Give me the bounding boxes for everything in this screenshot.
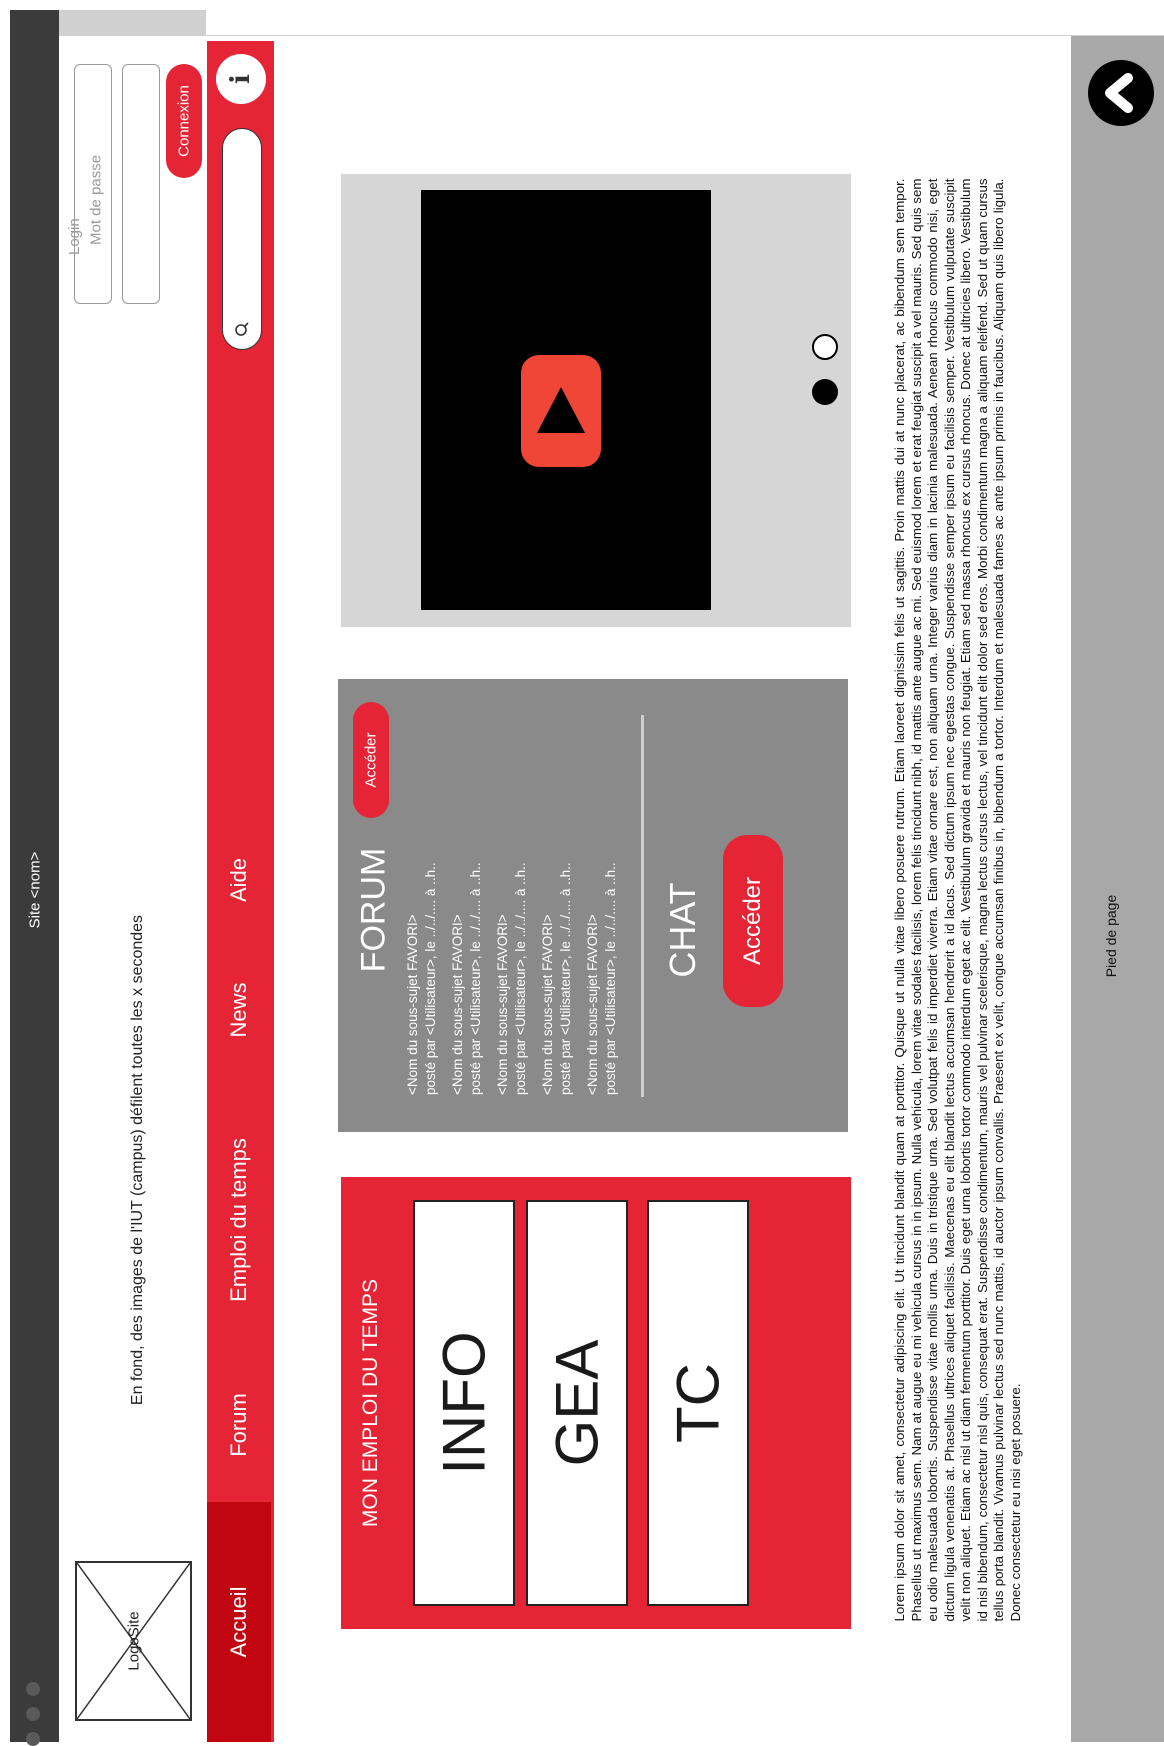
forum-post-meta: posté par <Utilisateur>, le ../../.... à… xyxy=(423,862,438,1095)
forum-title: FORUM xyxy=(354,847,393,973)
carousel-dot[interactable] xyxy=(812,334,838,360)
forum-post-topic: <Nom du sous-sujet FAVORI> xyxy=(540,914,555,1095)
forum-access-button[interactable]: Accéder xyxy=(353,702,389,818)
password-placeholder: Mot de passe xyxy=(87,154,105,245)
forum-chat-divider xyxy=(641,715,644,1097)
password-field[interactable]: Mot de passe xyxy=(87,64,160,304)
window-control-dot[interactable] xyxy=(26,1732,40,1746)
forum-post-topic: <Nom du sous-sujet FAVORI> xyxy=(405,914,420,1095)
login-button-label: Connexion xyxy=(175,85,193,157)
nav-item-accueil[interactable]: Accueil xyxy=(207,1502,271,1742)
schedule-item-gea[interactable]: GEA xyxy=(526,1200,628,1606)
forum-post[interactable]: <Nom du sous-sujet FAVORI> posté par <Uti… xyxy=(495,820,535,1110)
nav-item-aide[interactable]: Aide xyxy=(207,830,271,930)
nav-item-label: Emploi du temps xyxy=(226,1138,251,1302)
forum-post-topic: <Nom du sous-sujet FAVORI> xyxy=(585,914,600,1095)
nav-item-label: News xyxy=(226,982,251,1038)
forum-post-topic: <Nom du sous-sujet FAVORI> xyxy=(495,914,510,1095)
login-placeholder: Login xyxy=(66,218,84,255)
background-note: En fond, des images de l'IUT (campus) dé… xyxy=(129,914,146,1406)
nav-item-forum[interactable]: Forum xyxy=(207,1350,271,1500)
footer: Pied de page xyxy=(1071,36,1164,1742)
nav-item-label: Aide xyxy=(226,857,251,903)
nav-item-label: Forum xyxy=(226,1393,251,1457)
schedule-item-label: INFO xyxy=(430,1331,498,1475)
forum-post-topic: <Nom du sous-sujet FAVORI> xyxy=(450,914,465,1095)
article-text: Lorem ipsum dolor sit amet, consectetur … xyxy=(892,178,1023,1621)
chat-title: CHAT xyxy=(662,882,703,978)
info-icon[interactable]: i xyxy=(216,54,266,104)
chat-access-button[interactable]: Accéder xyxy=(723,835,783,1007)
window-control-dot[interactable] xyxy=(26,1682,40,1696)
login-button[interactable]: Connexion xyxy=(166,64,202,178)
nav-item-emploi-du-temps[interactable]: Emploi du temps xyxy=(207,1100,271,1340)
logo-label: LogoSite xyxy=(125,1611,142,1671)
forum-post[interactable]: <Nom du sous-sujet FAVORI> posté par <Uti… xyxy=(540,820,580,1110)
window-title: Site <nom> xyxy=(26,851,43,929)
carousel-dot-active[interactable] xyxy=(812,379,838,405)
chevron-left-icon[interactable] xyxy=(1088,60,1154,126)
divider xyxy=(206,35,1164,36)
forum-post[interactable]: <Nom du sous-sujet FAVORI> posté par <Uti… xyxy=(405,820,445,1110)
window-titlebar: Site <nom> xyxy=(10,10,59,1746)
forum-post-meta: posté par <Utilisateur>, le ../../.... à… xyxy=(603,862,618,1095)
search-input[interactable] xyxy=(222,128,262,350)
forum-post[interactable]: <Nom du sous-sujet FAVORI> posté par <Uti… xyxy=(450,820,490,1110)
schedule-title: MON EMPLOI DU TEMPS xyxy=(359,1278,382,1528)
forum-post-meta: posté par <Utilisateur>, le ../../.... à… xyxy=(558,862,573,1095)
schedule-panel: MON EMPLOI DU TEMPS INFO GEA TC xyxy=(341,1177,851,1629)
window-control-dot[interactable] xyxy=(26,1707,40,1721)
chat-access-label: Accéder xyxy=(739,876,766,966)
forum-post[interactable]: <Nom du sous-sujet FAVORI> posté par <Uti… xyxy=(585,820,625,1110)
nav-item-label: Accueil xyxy=(226,1586,251,1658)
forum-access-label: Accéder xyxy=(362,732,380,788)
play-icon[interactable] xyxy=(521,355,601,467)
schedule-item-tc[interactable]: TC xyxy=(647,1200,749,1606)
scroll-indicator[interactable] xyxy=(59,10,206,36)
search-icon xyxy=(235,322,249,336)
forum-post-meta: posté par <Utilisateur>, le ../../.... à… xyxy=(468,862,483,1095)
schedule-item-label: TC xyxy=(664,1363,732,1443)
forum-post-meta: posté par <Utilisateur>, le ../../.... à… xyxy=(513,862,528,1095)
schedule-item-label: GEA xyxy=(543,1339,611,1467)
footer-label: Pied de page xyxy=(1103,894,1119,978)
nav-item-news[interactable]: News xyxy=(207,960,271,1060)
site-logo[interactable]: LogoSite xyxy=(75,1561,192,1721)
article-text-block: Lorem ipsum dolor sit amet, consectetur … xyxy=(892,178,1062,1621)
schedule-item-info[interactable]: INFO xyxy=(413,1200,515,1606)
